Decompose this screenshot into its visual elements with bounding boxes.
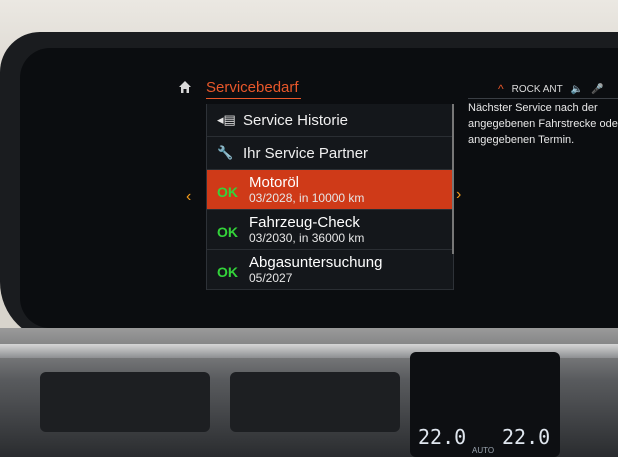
service-item-fahrzeug-check[interactable]: OK Fahrzeug-Check 03/2030, in 36000 km (207, 210, 453, 250)
right-temperature: 22.0 (502, 425, 551, 449)
service-detail: 05/2027 (249, 271, 293, 285)
service-name: Abgasuntersuchung (249, 254, 383, 271)
home-icon[interactable] (178, 80, 192, 94)
service-history-icon: ◂▤ (217, 112, 236, 127)
menu-item-label: Ihr Service Partner (243, 144, 369, 162)
menu-item-service-partner[interactable]: 🔧 Ihr Service Partner (207, 137, 453, 170)
status-badge: OK (217, 264, 238, 280)
menu-item-label: Service Historie (243, 111, 349, 129)
climate-mode: AUTO (472, 446, 495, 455)
service-item-motoroel[interactable]: OK Motoröl 03/2028, in 10000 km (207, 170, 453, 210)
info-text: Nächster Service nach der angegebenen Fa… (468, 102, 618, 146)
idrive-screen: Servicebedarf ◂▤ Service Historie 🔧 Ihr … (20, 48, 618, 328)
service-name: Fahrzeug-Check (249, 214, 360, 231)
air-vent-center (230, 372, 400, 432)
list-scrollbar[interactable] (452, 104, 454, 254)
menu-item-service-history[interactable]: ◂▤ Service Historie (207, 104, 453, 137)
air-vent-left (40, 372, 210, 432)
service-list: ◂▤ Service Historie 🔧 Ihr Service Partne… (206, 104, 454, 290)
radio-station: ROCK ANT (511, 83, 563, 95)
climate-panel: 22.0 AUTO 22.0 (410, 352, 560, 457)
status-badge: OK (217, 224, 238, 240)
media-status: ^ ROCK ANT 🔈 🎤 (498, 82, 604, 96)
divider (468, 98, 618, 99)
service-detail: 03/2028, in 10000 km (249, 191, 365, 205)
title-underline (206, 98, 301, 99)
service-item-abgasuntersuchung[interactable]: OK Abgasuntersuchung 05/2027 (207, 250, 453, 290)
page-title: Servicebedarf (206, 79, 299, 96)
service-detail: 03/2030, in 36000 km (249, 231, 365, 245)
status-badge: OK (217, 184, 238, 200)
left-temperature: 22.0 (418, 425, 467, 449)
speaker-muted-icon: 🔈 (570, 83, 584, 95)
wrench-icon: 🔧 (217, 145, 234, 160)
chevron-up-icon[interactable]: ^ (498, 82, 504, 96)
chevron-right-icon[interactable]: › (456, 186, 461, 204)
service-name: Motoröl (249, 174, 300, 191)
chevron-left-icon[interactable]: ‹ (186, 188, 191, 206)
microphone-icon: 🎤 (591, 83, 604, 95)
